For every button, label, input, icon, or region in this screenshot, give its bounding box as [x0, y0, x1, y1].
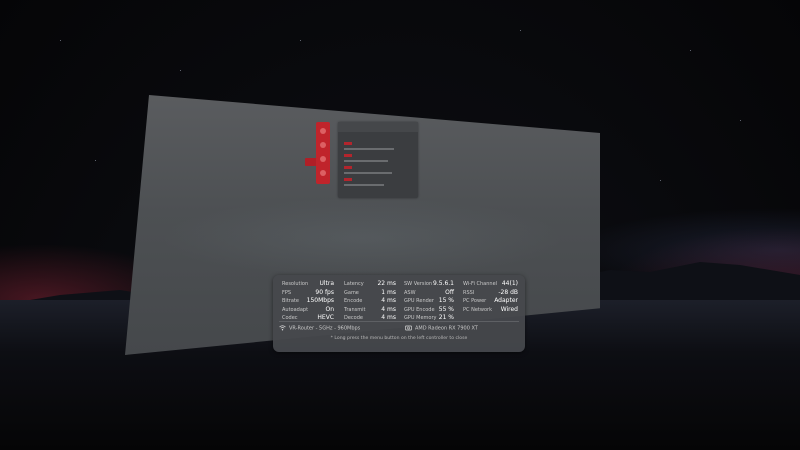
stats-column-stream: Resolution Ultra FPS 90 fps Bitrate 150Mbps… [282, 280, 334, 323]
list-item [344, 148, 394, 150]
list-marker [344, 178, 352, 181]
stat-row: PC Power Adapter [463, 297, 518, 305]
list-item [344, 172, 392, 174]
stats-column-latency: Latency 22 ms Game 1 ms Encode 4 ms Transmi… [344, 280, 396, 323]
overlay-divider [279, 321, 519, 322]
stat-row: Resolution Ultra [282, 280, 334, 287]
stat-row: Transmit 4 ms [344, 305, 396, 313]
app-sidebar[interactable] [316, 122, 330, 184]
stat-row: RSSI -28 dB [463, 288, 518, 296]
sidebar-dot-icon [320, 170, 326, 176]
wifi-info: VR-Router - 5GHz - 960Mbps [279, 325, 360, 332]
app-window[interactable] [338, 122, 418, 198]
list-marker [344, 154, 352, 157]
stat-row: GPU Render 15 % [404, 297, 454, 305]
stat-row: Game 1 ms [344, 288, 396, 296]
close-hint: * Long press the menu button on the left… [330, 336, 468, 341]
stat-row: Wi-Fi Channel 44(1) [463, 280, 518, 287]
stats-column-gpu: SW Version 9.5.6.1 ASW Off GPU Render 15 % … [404, 280, 454, 323]
stat-row: SW Version 9.5.6.1 [404, 280, 454, 287]
stat-row: FPS 90 fps [282, 288, 334, 296]
stat-row: PC Network Wired [463, 305, 518, 313]
stat-row: Encode 4 ms [344, 297, 396, 305]
stat-row: Autoadapt On [282, 305, 334, 313]
performance-overlay: Resolution Ultra FPS 90 fps Bitrate 150Mbps… [273, 275, 525, 352]
app-window-titlebar [338, 122, 418, 132]
gpu-label: AMD Radeon RX 7900 XT [415, 325, 478, 332]
sidebar-dot-icon [320, 142, 326, 148]
sidebar-dot-icon [320, 128, 326, 134]
stat-row: GPU Encode 55 % [404, 305, 454, 313]
wifi-label: VR-Router - 5GHz - 960Mbps [289, 325, 361, 332]
stat-row: Bitrate 150Mbps [282, 297, 334, 305]
list-item [344, 160, 388, 162]
stats-column-network: Wi-Fi Channel 44(1) RSSI -28 dB PC Power Ad… [463, 280, 518, 314]
wifi-icon [279, 325, 286, 331]
gpu-icon [405, 325, 412, 331]
list-marker [344, 142, 352, 145]
list-marker [344, 166, 352, 169]
sidebar-dot-icon [320, 156, 326, 162]
stat-row: Latency 22 ms [344, 280, 396, 287]
list-item [344, 184, 384, 186]
gpu-info: AMD Radeon RX 7900 XT [405, 325, 478, 332]
stat-row: ASW Off [404, 288, 454, 296]
